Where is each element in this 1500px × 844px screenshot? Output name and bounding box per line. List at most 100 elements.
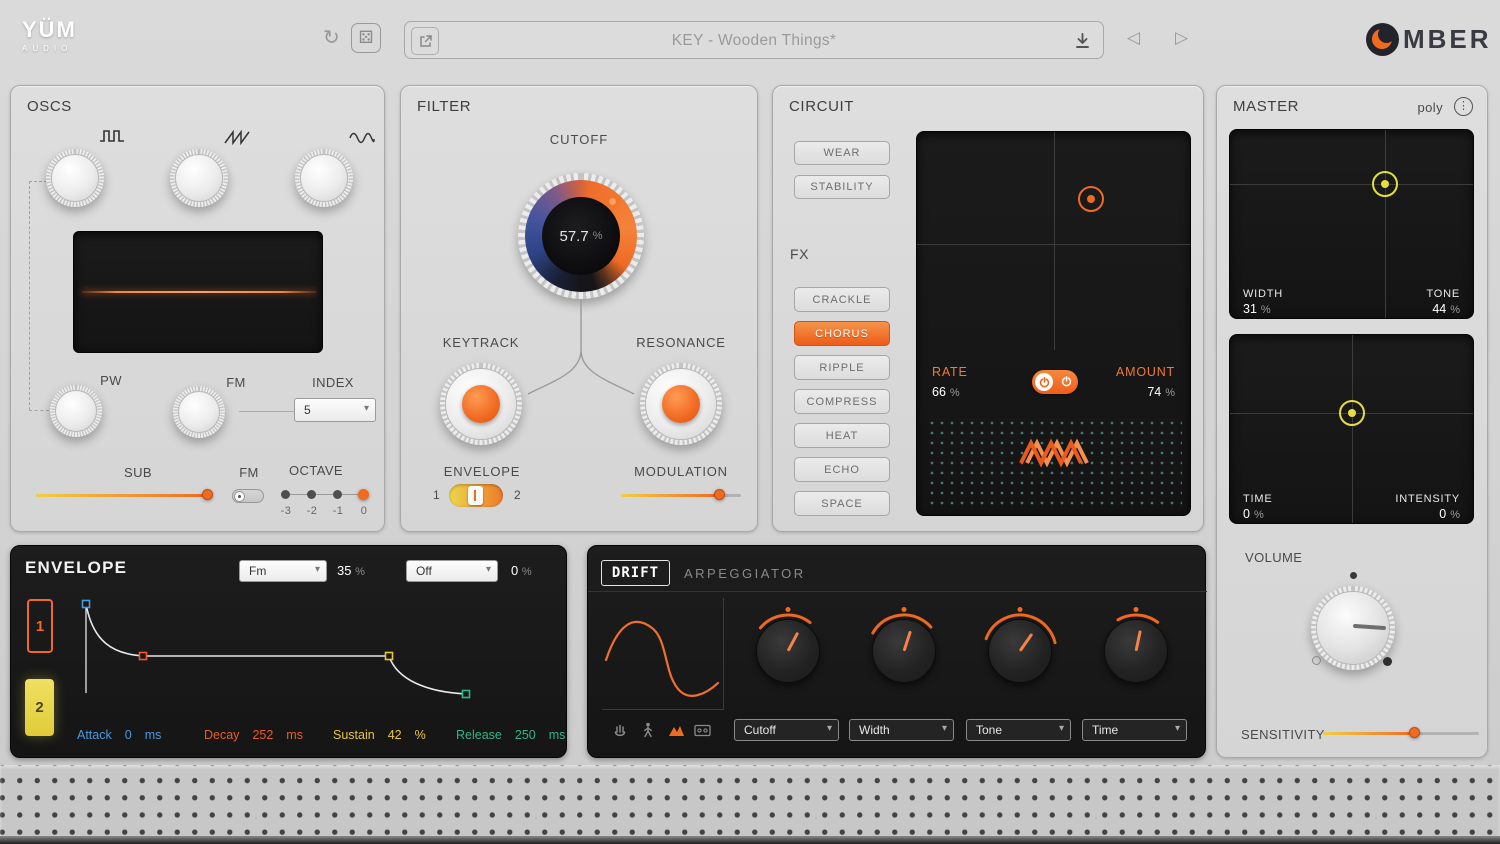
drift-knob-cutoff[interactable] bbox=[748, 611, 828, 691]
modulation-slider-handle[interactable] bbox=[714, 489, 725, 500]
volume-label: VOLUME bbox=[1245, 550, 1302, 565]
mountain-icon[interactable] bbox=[668, 724, 685, 737]
pw-knob[interactable] bbox=[50, 385, 102, 437]
drift-target-dropdown-2[interactable]: Width▾ bbox=[849, 719, 954, 741]
sine-wave-icon bbox=[349, 130, 375, 145]
fx-button-ripple[interactable]: RIPPLE bbox=[794, 355, 890, 380]
oscilloscope-trace bbox=[82, 291, 316, 293]
grab-icon[interactable] bbox=[612, 723, 628, 738]
index-label: INDEX bbox=[303, 375, 363, 390]
octave-dot[interactable] bbox=[281, 490, 290, 499]
fx-xy-target[interactable] bbox=[1078, 186, 1104, 212]
fm-knob[interactable] bbox=[173, 386, 225, 438]
chevron-down-icon: ▾ bbox=[364, 398, 369, 420]
attack-readout[interactable]: Attack0ms bbox=[77, 728, 161, 742]
osc1-shape-knob[interactable] bbox=[46, 149, 104, 207]
tab-arpeggiator[interactable]: ARPEGGIATOR bbox=[684, 566, 806, 581]
octave-dot[interactable] bbox=[307, 490, 316, 499]
modulation-label: MODULATION bbox=[611, 464, 751, 479]
octave-dot-active[interactable] bbox=[358, 489, 369, 500]
fx-xy-pad[interactable]: RATE 66% AMOUNT 74% bbox=[916, 131, 1191, 516]
tone-label: TONE bbox=[1426, 288, 1460, 300]
prev-preset-button[interactable]: ◁ bbox=[1127, 28, 1140, 48]
fm-toggle-label: FM bbox=[219, 465, 279, 480]
voice-mode-dropdown[interactable]: poly bbox=[1418, 100, 1443, 115]
osc3-shape-knob[interactable] bbox=[295, 149, 353, 207]
modulation-slider[interactable] bbox=[621, 486, 745, 504]
intensity-value: 0% bbox=[1439, 507, 1460, 521]
pw-label: PW bbox=[96, 373, 126, 388]
sensitivity-slider-handle[interactable] bbox=[1409, 727, 1420, 738]
sensitivity-slider[interactable] bbox=[1323, 724, 1483, 742]
drift-target-dropdown-1[interactable]: Cutoff▾ bbox=[734, 719, 839, 741]
ember-flame-icon bbox=[1366, 23, 1399, 56]
sustain-readout[interactable]: Sustain42% bbox=[333, 728, 426, 742]
release-readout[interactable]: Release250ms bbox=[456, 728, 565, 742]
volume-max-marker bbox=[1383, 657, 1392, 666]
ember-logo-text: MBER bbox=[1403, 24, 1492, 55]
octave-dot[interactable] bbox=[333, 490, 342, 499]
envelope-select-toggle[interactable] bbox=[449, 484, 503, 507]
width-tone-pad[interactable]: WIDTH 31% TONE 44% bbox=[1229, 129, 1474, 319]
cassette-icon[interactable] bbox=[694, 724, 711, 737]
volume-indicator-dot bbox=[1350, 572, 1357, 579]
master-menu-button[interactable]: ⋮ bbox=[1454, 97, 1473, 116]
walk-icon[interactable] bbox=[640, 722, 656, 738]
wear-button[interactable]: WEAR bbox=[794, 141, 890, 165]
sub-slider[interactable] bbox=[36, 486, 216, 504]
resonance-label: RESONANCE bbox=[621, 335, 741, 350]
drift-knob-tone[interactable] bbox=[980, 611, 1060, 691]
master-title: MASTER bbox=[1233, 98, 1299, 115]
bottom-edge bbox=[0, 836, 1500, 844]
fx-button-crackle[interactable]: CRACKLE bbox=[794, 287, 890, 312]
preset-name[interactable]: KEY - Wooden Things* bbox=[405, 22, 1103, 60]
tone-value: 44% bbox=[1432, 302, 1460, 316]
fx-button-space[interactable]: SPACE bbox=[794, 491, 890, 516]
fm-toggle[interactable] bbox=[232, 489, 264, 503]
save-preset-button[interactable] bbox=[1074, 32, 1091, 54]
time-intensity-target[interactable] bbox=[1339, 400, 1365, 426]
drift-target-dropdown-3[interactable]: Tone▾ bbox=[966, 719, 1071, 741]
env-option-1[interactable]: 1 bbox=[433, 488, 440, 502]
amount-label: AMOUNT bbox=[1116, 365, 1175, 379]
keytrack-knob[interactable] bbox=[440, 363, 522, 445]
time-intensity-pad[interactable]: TIME 0% INTENSITY 0% bbox=[1229, 334, 1474, 524]
randomize-dice-button[interactable]: ⚄ bbox=[351, 23, 381, 53]
chevron-down-icon: ▾ bbox=[1059, 719, 1064, 739]
tab-drift[interactable]: DRIFT bbox=[601, 560, 670, 586]
power-icon bbox=[1061, 376, 1072, 387]
drift-target-dropdown-4[interactable]: Time▾ bbox=[1082, 719, 1187, 741]
intensity-label: INTENSITY bbox=[1395, 493, 1460, 505]
drift-knob-time[interactable] bbox=[1096, 611, 1176, 691]
ember-logo: MBER bbox=[1366, 23, 1492, 56]
width-tone-target[interactable] bbox=[1372, 171, 1398, 197]
rate-value: 66% bbox=[932, 385, 960, 399]
decay-readout[interactable]: Decay252ms bbox=[204, 728, 303, 742]
fx-button-compress[interactable]: COMPRESS bbox=[794, 389, 890, 414]
fx-button-heat[interactable]: HEAT bbox=[794, 423, 890, 448]
fx-power-toggle[interactable] bbox=[1032, 370, 1078, 394]
volume-knob[interactable] bbox=[1311, 586, 1395, 670]
chevron-down-icon: ▾ bbox=[827, 719, 832, 739]
env-option-2[interactable]: 2 bbox=[514, 488, 521, 502]
osc2-shape-knob[interactable] bbox=[170, 149, 228, 207]
index-dropdown[interactable]: 5 ▾ bbox=[294, 398, 376, 422]
next-preset-button[interactable]: ▷ bbox=[1175, 28, 1188, 48]
fx-button-echo[interactable]: ECHO bbox=[794, 457, 890, 482]
envelope-panel: ENVELOPE Fm ▾ 35 % Off ▾ 0 % 1 2 Attack0… bbox=[10, 545, 567, 758]
yum-logo-text: YÜM bbox=[22, 17, 77, 43]
cutoff-value: 57.7 bbox=[560, 228, 589, 245]
width-label: WIDTH bbox=[1243, 288, 1283, 300]
drift-knob-width[interactable] bbox=[864, 611, 944, 691]
resonance-knob[interactable] bbox=[640, 363, 722, 445]
stability-button[interactable]: STABILITY bbox=[794, 175, 890, 199]
circuit-panel: CIRCUIT WEAR STABILITY FX CRACKLE CHORUS… bbox=[772, 85, 1204, 532]
sub-slider-handle[interactable] bbox=[202, 489, 213, 500]
fx-button-chorus[interactable]: CHORUS bbox=[794, 321, 890, 346]
refresh-icon[interactable]: ↻ bbox=[323, 25, 340, 50]
cutoff-knob[interactable]: 57.7 % bbox=[518, 173, 644, 299]
octave-label: OCTAVE bbox=[286, 463, 346, 478]
octave-selector[interactable]: -3 -2 -1 0 bbox=[274, 481, 384, 521]
chevron-down-icon: ▾ bbox=[1175, 719, 1180, 739]
osc-connector bbox=[29, 410, 49, 411]
